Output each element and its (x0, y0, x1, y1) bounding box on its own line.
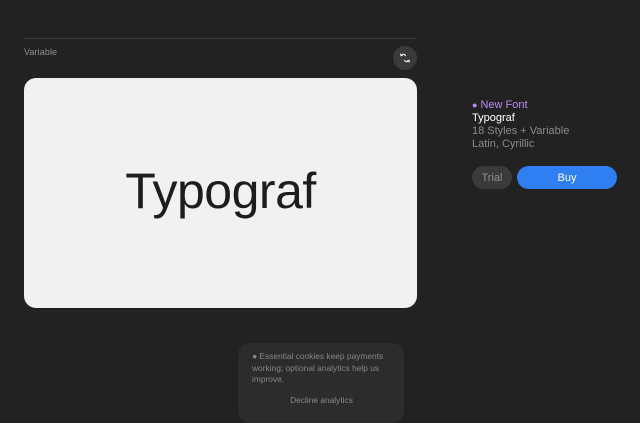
font-styles: 18 Styles + Variable (472, 125, 570, 137)
font-name: Typograf (472, 112, 515, 124)
font-preview-text: Typograf (125, 163, 316, 219)
trial-button[interactable]: Trial (472, 166, 512, 189)
buy-button[interactable]: Buy (517, 166, 617, 189)
cookie-message: ● Essential cookies keep payments workin… (252, 351, 384, 384)
variable-toggle-button[interactable] (393, 46, 417, 70)
font-info: ● New Font Typograf 18 Styles + Variable … (472, 99, 569, 151)
variable-label: Variable (24, 47, 58, 57)
new-font-badge: ● New Font (472, 99, 569, 112)
font-preview-card: Typograf (24, 78, 417, 308)
top-divider (24, 38, 416, 39)
font-scripts: Latin, Cyrillic (472, 138, 535, 150)
cookie-banner: ● Essential cookies keep payments workin… (238, 343, 404, 423)
badge-label: New Font (480, 99, 528, 111)
switch-arrows-icon (399, 53, 411, 63)
badge-dot-icon: ● (472, 100, 478, 110)
